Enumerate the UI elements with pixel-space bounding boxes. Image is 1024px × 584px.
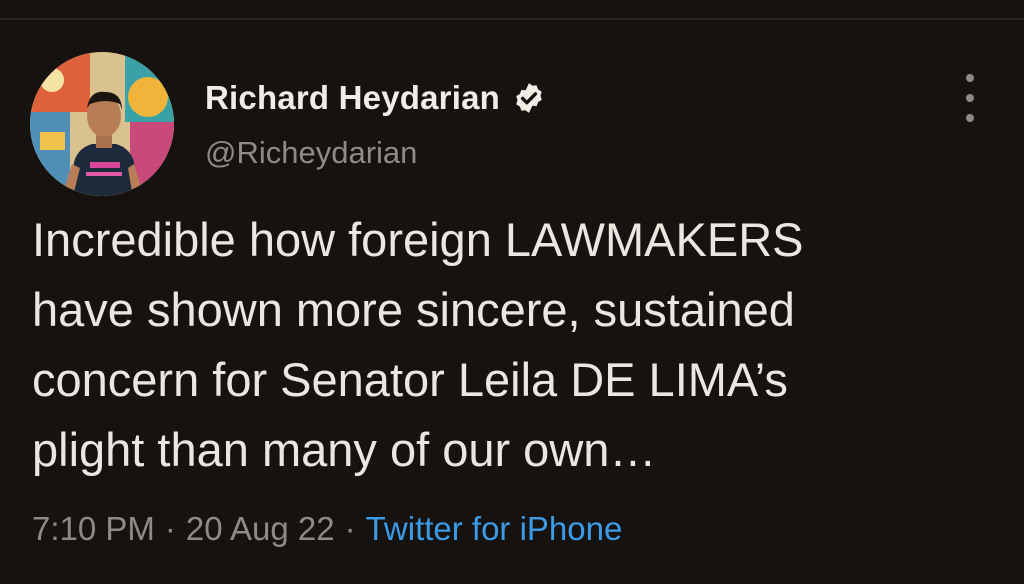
tweet-line: Incredible how foreign LAWMAKERS [32,213,804,266]
avatar[interactable] [30,52,174,196]
user-handle[interactable]: @Richeydarian [205,135,417,171]
tweet-source-link[interactable]: Twitter for iPhone [366,510,623,547]
meta-separator: · [344,510,356,547]
tweet-text: Incredible how foreign LAWMAKERS have sh… [32,205,1012,485]
more-dot [966,74,974,82]
meta-separator: · [164,510,176,547]
more-vertical-icon[interactable] [955,74,985,122]
author-name-row[interactable]: Richard Heydarian [205,78,546,118]
tweet-line: plight than many of our own… [32,423,657,476]
verified-badge-icon [516,83,542,113]
display-name[interactable]: Richard Heydarian [205,79,500,117]
tweet-date[interactable]: 20 Aug 22 [186,510,335,547]
tweet-line: have shown more sincere, sustained [32,283,795,336]
top-divider [0,18,1024,20]
avatar-image [30,52,174,196]
tweet-time[interactable]: 7:10 PM [32,510,155,547]
more-dot [966,94,974,102]
tweet-line: concern for Senator Leila DE LIMA’s [32,353,788,406]
more-dot [966,114,974,122]
tweet-meta: 7:10 PM · 20 Aug 22 · Twitter for iPhone [32,510,622,548]
